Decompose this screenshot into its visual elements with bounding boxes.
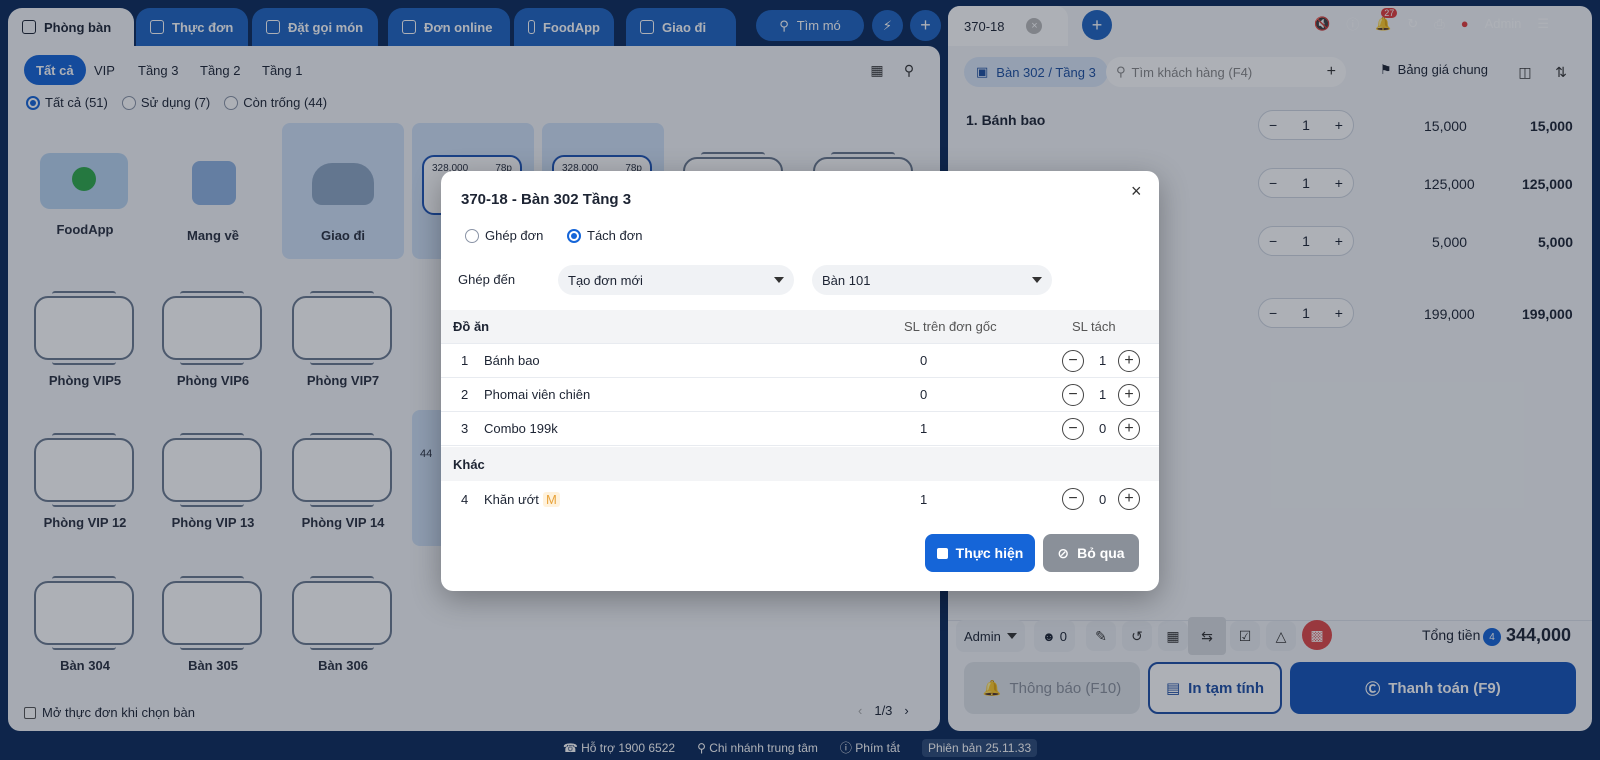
increase-button[interactable]: + [1118,488,1140,510]
check-icon [936,547,948,559]
decrease-button[interactable]: − [1062,488,1084,510]
target-order-select[interactable]: Tạo đơn mới [558,265,794,295]
chevron-down-icon [1032,277,1042,283]
tag-badge: M [543,491,560,507]
increase-button[interactable]: + [1118,350,1140,372]
decrease-button[interactable]: − [1062,350,1084,372]
split-row: 1 Bánh bao 0 − 1 + [441,344,1159,378]
close-icon[interactable]: × [1131,181,1142,202]
group-header: Khác [441,447,1159,481]
option-merge[interactable]: Ghép đơn [465,228,543,243]
split-row: 2 Phomai viên chiên 0 − 1 + [441,378,1159,412]
split-row: 3 Combo 199k 1 − 0 + [441,412,1159,446]
option-split[interactable]: Tách đơn [567,228,643,243]
split-order-dialog: 370-18 - Bàn 302 Tầng 3 × Ghép đơn Tách … [441,171,1159,591]
table-header: Đồ ăn SL trên đơn gốc SL tách [441,310,1159,344]
dialog-title: 370-18 - Bàn 302 Tầng 3 [461,191,632,208]
block-icon: ⊘ [1057,544,1070,561]
confirm-button[interactable]: Thực hiện [925,534,1035,572]
target-table-select[interactable]: Bàn 101 [812,265,1052,295]
increase-button[interactable]: + [1118,384,1140,406]
target-label: Ghép đến [458,272,516,287]
cancel-button[interactable]: ⊘ Bỏ qua [1043,534,1139,572]
decrease-button[interactable]: − [1062,384,1084,406]
decrease-button[interactable]: − [1062,418,1084,440]
split-row: 4 Khăn ướt M 1 − 0 + [441,482,1159,516]
increase-button[interactable]: + [1118,418,1140,440]
chevron-down-icon [774,277,784,283]
